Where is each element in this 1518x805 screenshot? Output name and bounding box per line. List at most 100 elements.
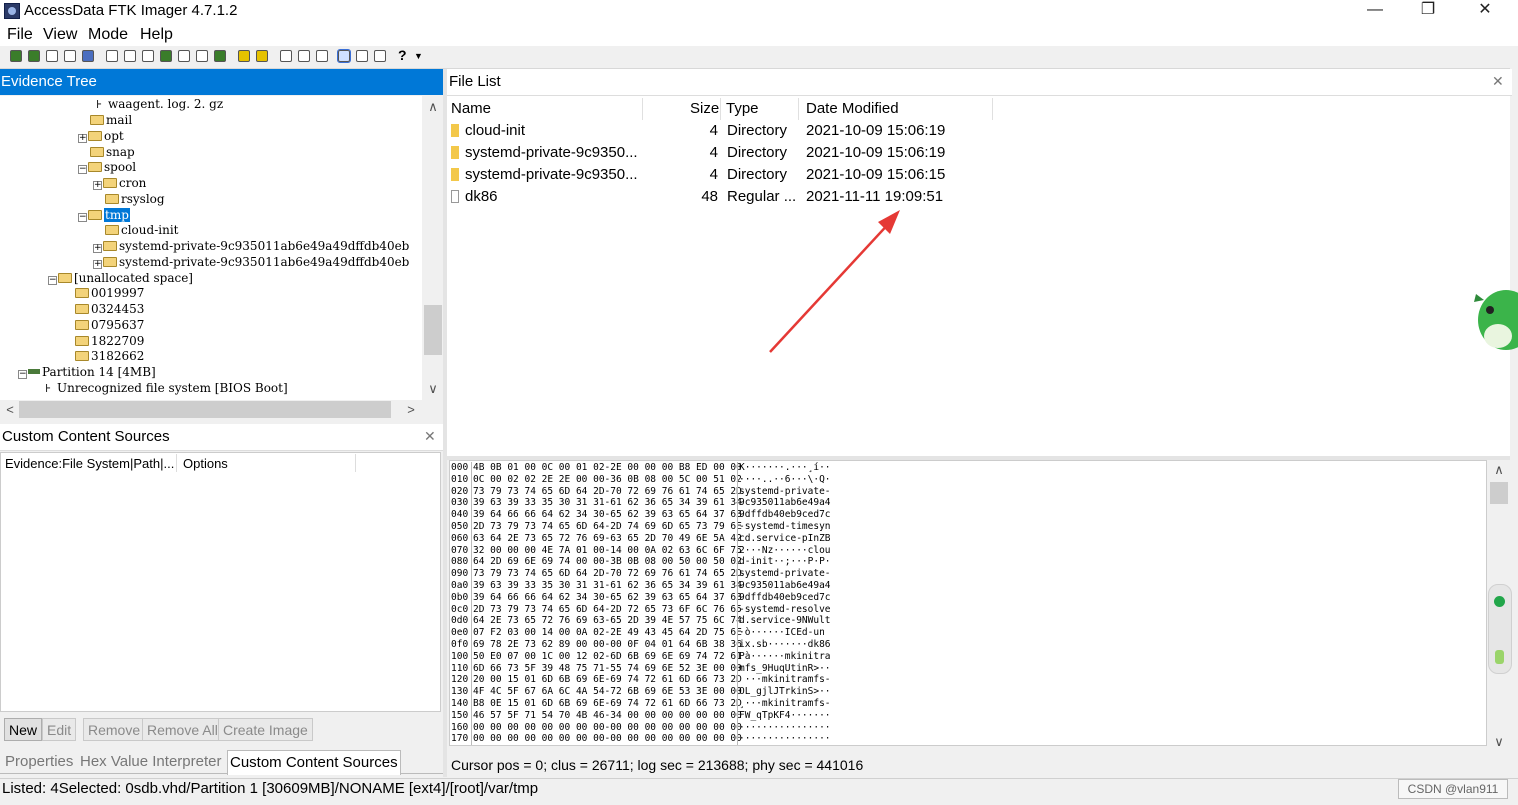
scroll-left-icon[interactable]: < (2, 402, 18, 418)
column-size[interactable]: Size (690, 98, 719, 120)
edit-button[interactable]: Edit (42, 718, 77, 741)
create-image-button[interactable]: Create Image (218, 718, 313, 741)
verify-drive-icon[interactable] (214, 50, 226, 62)
column-divider (642, 98, 643, 120)
menu-mode[interactable]: Mode (88, 25, 128, 45)
tree-node-folder[interactable]: rsyslog (105, 192, 165, 207)
collapse-icon[interactable]: − (48, 276, 57, 285)
file-row[interactable]: systemd-private-9c9350... (451, 142, 638, 164)
tree-node-unallocated[interactable]: − [unallocated space] (48, 271, 193, 286)
collapse-icon[interactable]: − (78, 165, 87, 174)
hex-row: 0c0 2D 73 79 73 74 65 6D 64-2D 72 65 73 6… (451, 603, 831, 616)
scroll-right-icon[interactable]: > (403, 402, 419, 418)
hex-row: 070 32 00 00 00 4E 7A 01 00-14 00 0A 02 6… (451, 544, 831, 557)
folder-icon (75, 320, 89, 330)
export-logical-image-icon[interactable] (142, 50, 154, 62)
col-evidence[interactable]: Evidence:File System|Path|... (5, 455, 174, 473)
menu-view[interactable]: View (43, 25, 77, 45)
scroll-down-icon[interactable]: ∨ (425, 381, 441, 397)
tree-node-folder[interactable]: snap (90, 145, 135, 160)
tree-node-filesystem[interactable]: ⊦ Unrecognized file system [BIOS Boot] (45, 381, 288, 396)
remove-all-button[interactable]: Remove All (142, 718, 223, 741)
tree-scroll-thumb[interactable] (424, 305, 442, 355)
tab-properties[interactable]: Properties (3, 750, 75, 774)
remove-button[interactable]: Remove (83, 718, 146, 741)
collapse-icon[interactable]: − (18, 370, 27, 379)
scroll-up-icon[interactable]: ∧ (425, 99, 441, 115)
file-row[interactable]: dk86 (451, 186, 498, 208)
tree-node-folder[interactable]: cloud-init (105, 223, 178, 238)
column-type[interactable]: Type (726, 98, 759, 120)
tree-node-partition[interactable]: − Partition 14 [4MB] (18, 365, 156, 380)
folder-icon (103, 178, 117, 188)
add-custom-content-icon[interactable] (160, 50, 172, 62)
close-panel-icon[interactable]: ✕ (424, 428, 436, 445)
view-hex-icon[interactable] (374, 50, 386, 62)
tree-hscroll-thumb[interactable] (19, 401, 391, 418)
detect-encryption-icon[interactable] (280, 50, 292, 62)
expand-icon[interactable]: + (93, 244, 102, 253)
hex-row: 080 64 2D 69 6E 69 74 00 00-3B 0B 08 00 5… (451, 556, 831, 569)
tree-node-folder[interactable]: + systemd-private-9c935011ab6e49a49dffdb4… (93, 255, 409, 270)
maximize-button[interactable]: ❐ (1405, 0, 1451, 22)
remove-all-icon[interactable] (82, 50, 94, 62)
remove-evidence-icon[interactable] (64, 50, 76, 62)
export-files-icon[interactable] (298, 50, 310, 62)
hex-scroll-thumb[interactable] (1490, 482, 1508, 504)
partition-icon (28, 369, 40, 374)
column-name[interactable]: Name (451, 98, 491, 120)
column-divider (720, 98, 721, 120)
menu-file[interactable]: File (7, 25, 33, 45)
arrow-shaft (769, 219, 893, 353)
folder-icon (451, 124, 459, 137)
tree-node-folder[interactable]: 0019997 (75, 286, 144, 301)
menu-help[interactable]: Help (140, 25, 173, 45)
close-panel-icon[interactable]: ✕ (1492, 73, 1504, 90)
image-mounting-icon[interactable] (46, 50, 58, 62)
tree-node-folder[interactable]: 1822709 (75, 334, 144, 349)
tree-node-folder[interactable]: + cron (93, 176, 146, 191)
scroll-down-icon[interactable]: ∨ (1491, 734, 1507, 750)
file-size: 4 (709, 166, 718, 183)
col-options[interactable]: Options (183, 455, 228, 473)
obtain-protected-files-icon[interactable] (256, 50, 268, 62)
file-list-header: File List (447, 69, 1512, 96)
create-custom-image-icon[interactable] (178, 50, 190, 62)
toolbar-dropdown-icon[interactable]: ▼ (414, 51, 423, 61)
hex-viewer[interactable]: 000 4B 0B 01 00 0C 00 01 02-2E 00 00 00 B… (449, 460, 1487, 746)
tree-node-folder[interactable]: 0795637 (75, 318, 144, 333)
export-hash-list-icon[interactable] (316, 50, 328, 62)
file-row[interactable]: systemd-private-9c9350... (451, 164, 638, 186)
custom-content-list (0, 452, 441, 712)
collapse-icon[interactable]: − (78, 213, 87, 222)
help-icon[interactable]: ? (398, 47, 407, 63)
view-files-icon[interactable] (337, 49, 351, 63)
tree-node-folder-selected[interactable]: − tmp (78, 208, 130, 223)
tree-node-folder[interactable]: mail (90, 113, 132, 128)
tree-node-folder[interactable]: − spool (78, 160, 136, 175)
new-button[interactable]: New (4, 718, 43, 741)
capture-memory-icon[interactable] (238, 50, 250, 62)
tab-hex-value-interpreter[interactable]: Hex Value Interpreter (78, 750, 223, 774)
close-button[interactable]: ✕ (1462, 0, 1508, 22)
minimize-button[interactable]: — (1352, 0, 1398, 22)
tree-node-file[interactable]: ⊦ waagent. log. 2. gz (96, 97, 223, 112)
scroll-up-icon[interactable]: ∧ (1491, 462, 1507, 478)
expand-icon[interactable]: + (93, 260, 102, 269)
tree-node-folder[interactable]: 0324453 (75, 302, 144, 317)
decrypt-icon[interactable] (196, 50, 208, 62)
export-disk-image-icon[interactable] (124, 50, 136, 62)
column-date-modified[interactable]: Date Modified (806, 98, 899, 120)
tree-node-folder[interactable]: + systemd-private-9c935011ab6e49a49dffdb4… (93, 239, 409, 254)
tree-node-folder[interactable]: 3182662 (75, 349, 144, 364)
add-evidence-icon[interactable] (10, 50, 22, 62)
expand-icon[interactable]: + (78, 134, 87, 143)
view-text-icon[interactable] (356, 50, 368, 62)
hex-row: 030 39 63 39 33 35 30 31 31-61 62 36 65 3… (451, 497, 831, 510)
tab-custom-content-sources[interactable]: Custom Content Sources (227, 750, 401, 775)
create-image-icon[interactable] (106, 50, 118, 62)
expand-icon[interactable]: + (93, 181, 102, 190)
file-row[interactable]: cloud-init (451, 120, 525, 142)
tree-node-folder[interactable]: + opt (78, 129, 124, 144)
add-all-evidence-icon[interactable] (28, 50, 40, 62)
